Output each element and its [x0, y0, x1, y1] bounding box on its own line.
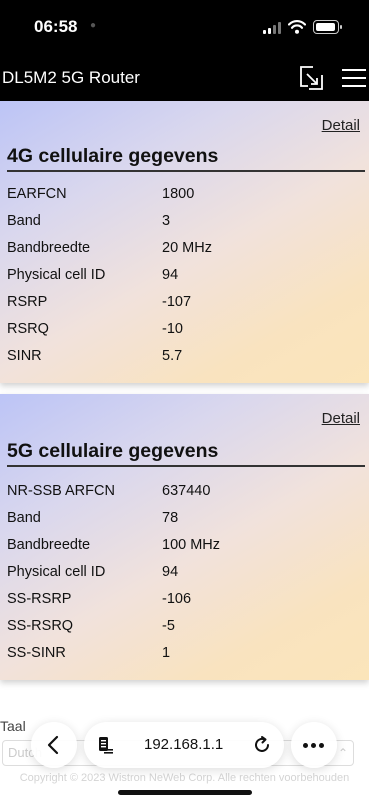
- row-label: SS-RSRQ: [7, 618, 74, 634]
- info-rows-5g: NR-SSB ARFCN 637440 Band 78 Bandbreedte 100…: [7, 483, 365, 672]
- info-row: Bandbreedte 20 MHz: [7, 240, 365, 267]
- info-row: Band 3: [7, 213, 365, 240]
- more-options-button[interactable]: [291, 722, 337, 768]
- row-value: 94: [162, 564, 179, 580]
- reload-icon[interactable]: [252, 735, 272, 755]
- row-label: EARFCN: [7, 186, 67, 202]
- home-indicator[interactable]: [118, 790, 252, 795]
- info-rows-4g: EARFCN 1800 Band 3 Bandbreedte 20 MHz Physi…: [7, 186, 365, 375]
- battery-icon: [313, 20, 342, 34]
- address-bar[interactable]: 192.168.1.1: [84, 722, 284, 768]
- cellular-signal-icon: [263, 22, 283, 34]
- page-menu-icon: [99, 737, 113, 754]
- row-value: 3: [162, 213, 171, 229]
- info-row: RSRQ -10: [7, 321, 365, 348]
- row-value: -107: [162, 294, 192, 310]
- copyright-text: Copyright © 2023 Wistron NeWeb Corp. All…: [19, 772, 350, 784]
- row-label: Bandbreedte: [7, 240, 91, 256]
- logout-icon[interactable]: [298, 65, 324, 91]
- info-row: SS-RSRQ -5: [7, 618, 365, 645]
- row-value: 94: [162, 267, 179, 283]
- chevron-left-icon: [47, 735, 59, 755]
- status-dot-icon: ●: [90, 20, 97, 31]
- row-value: 100 MHz: [162, 537, 221, 553]
- card-5g-cellular: Detail 5G cellulaire gegevens NR-SSB ARF…: [0, 394, 369, 680]
- info-row: RSRP -107: [7, 294, 365, 321]
- status-bar: 06:58 ●: [0, 0, 369, 56]
- row-label: SINR: [7, 348, 42, 364]
- browser-toolbar: 192.168.1.1: [0, 722, 369, 770]
- info-row: Bandbreedte 100 MHz: [7, 537, 365, 564]
- row-label: Band: [7, 510, 41, 526]
- row-value: 637440: [162, 483, 211, 499]
- row-value: 78: [162, 510, 179, 526]
- back-button[interactable]: [31, 722, 77, 768]
- app-header: DL5M2 5G Router: [0, 56, 369, 101]
- row-label: SS-SINR: [7, 645, 66, 661]
- row-value: 1: [162, 645, 171, 661]
- row-label: Band: [7, 213, 41, 229]
- ellipsis-icon: [302, 743, 326, 748]
- detail-link-5g[interactable]: Detail: [322, 410, 360, 427]
- row-value: -10: [162, 321, 183, 337]
- detail-link-4g[interactable]: Detail: [322, 117, 360, 134]
- card-4g-cellular: Detail 4G cellulaire gegevens EARFCN 1800…: [0, 101, 369, 383]
- row-label: SS-RSRP: [7, 591, 72, 607]
- row-value: 5.7: [162, 348, 183, 364]
- row-label: Bandbreedte: [7, 537, 91, 553]
- info-row: SS-RSRP -106: [7, 591, 365, 618]
- card-title-4g: 4G cellulaire gegevens: [7, 145, 365, 172]
- row-label: Physical cell ID: [7, 564, 106, 580]
- info-row: Physical cell ID 94: [7, 267, 365, 294]
- info-row: Physical cell ID 94: [7, 564, 365, 591]
- url-text: 192.168.1.1: [144, 736, 224, 753]
- info-row: Band 78: [7, 510, 365, 537]
- row-value: 20 MHz: [162, 240, 212, 256]
- info-row: EARFCN 1800: [7, 186, 365, 213]
- info-row: SS-SINR 1: [7, 645, 365, 672]
- row-value: -106: [162, 591, 192, 607]
- app-title: DL5M2 5G Router: [2, 68, 140, 87]
- status-time: 06:58: [34, 17, 78, 36]
- row-value: 1800: [162, 186, 195, 202]
- hamburger-menu-icon[interactable]: [342, 68, 366, 88]
- row-label: NR-SSB ARFCN: [7, 483, 115, 499]
- row-label: RSRQ: [7, 321, 49, 337]
- card-title-5g: 5G cellulaire gegevens: [7, 440, 365, 467]
- info-row: SINR 5.7: [7, 348, 365, 375]
- info-row: NR-SSB ARFCN 637440: [7, 483, 365, 510]
- row-label: RSRP: [7, 294, 48, 310]
- row-value: -5: [162, 618, 175, 634]
- row-label: Physical cell ID: [7, 267, 106, 283]
- wifi-icon: [288, 20, 306, 34]
